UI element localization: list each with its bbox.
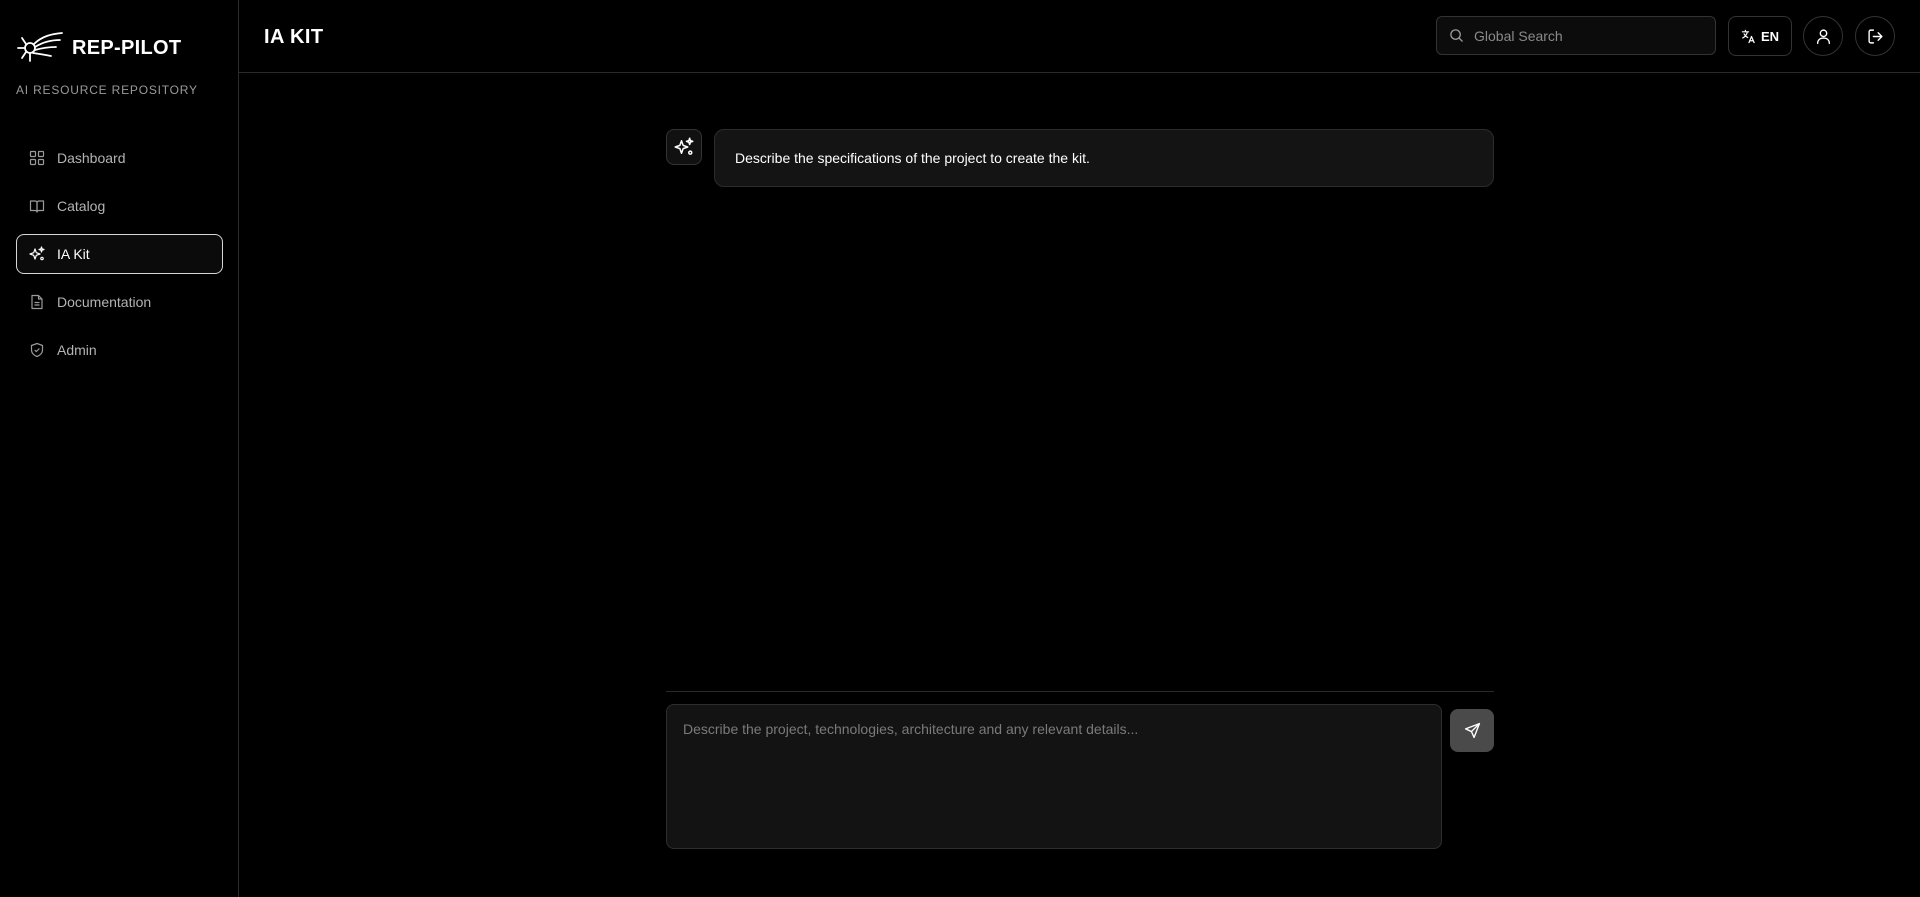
sparkles-icon (674, 137, 694, 155)
top-header: IA KIT EN (239, 0, 1920, 73)
language-label: EN (1760, 28, 1780, 44)
sidebar-item-dashboard[interactable]: Dashboard (16, 138, 223, 178)
sidebar-item-catalog[interactable]: Catalog (16, 186, 223, 226)
send-icon (1464, 722, 1480, 739)
user-profile-button[interactable] (1803, 16, 1843, 56)
composer-divider (666, 691, 1494, 692)
logout-button[interactable] (1855, 16, 1895, 56)
grid-icon (29, 150, 45, 166)
assistant-avatar (666, 129, 702, 165)
send-button[interactable] (1450, 709, 1494, 752)
language-button[interactable]: EN (1728, 16, 1792, 56)
search-icon (1450, 29, 1463, 42)
assistant-message: Describe the specifications of the proje… (714, 129, 1494, 187)
sidebar-item-label: Dashboard (57, 150, 126, 166)
sidebar-item-admin[interactable]: Admin (16, 330, 223, 370)
brand-tagline: AI RESOURCE REPOSITORY (16, 83, 198, 97)
search-input[interactable] (1472, 26, 1706, 45)
sidebar-item-label: Documentation (57, 294, 152, 310)
page-title: IA KIT (264, 26, 324, 48)
sidebar-item-ia-kit[interactable]: IA Kit (16, 234, 223, 274)
sidebar-nav: Dashboard Catalog IA Kit Documentation A… (16, 138, 223, 378)
shield-icon (30, 342, 44, 358)
winged-logo-icon (17, 32, 63, 62)
document-icon (31, 294, 43, 310)
book-icon (29, 200, 45, 213)
sidebar-item-label: Admin (57, 342, 97, 358)
app-root: REP-PILOT AI RESOURCE REPOSITORY Dashboa… (0, 0, 1920, 897)
sidebar: REP-PILOT AI RESOURCE REPOSITORY Dashboa… (0, 0, 239, 897)
logout-icon (1867, 28, 1883, 44)
sidebar-item-label: Catalog (57, 198, 106, 214)
project-description-input[interactable] (666, 704, 1442, 849)
brand[interactable]: REP-PILOT (16, 30, 181, 66)
sidebar-item-label: IA Kit (57, 246, 90, 262)
sparkles-icon (29, 246, 45, 261)
brand-name: REP-PILOT (72, 36, 182, 59)
sidebar-item-documentation[interactable]: Documentation (16, 282, 223, 322)
global-search[interactable] (1436, 16, 1716, 55)
translate-icon (1741, 29, 1755, 43)
user-icon (1816, 28, 1830, 44)
